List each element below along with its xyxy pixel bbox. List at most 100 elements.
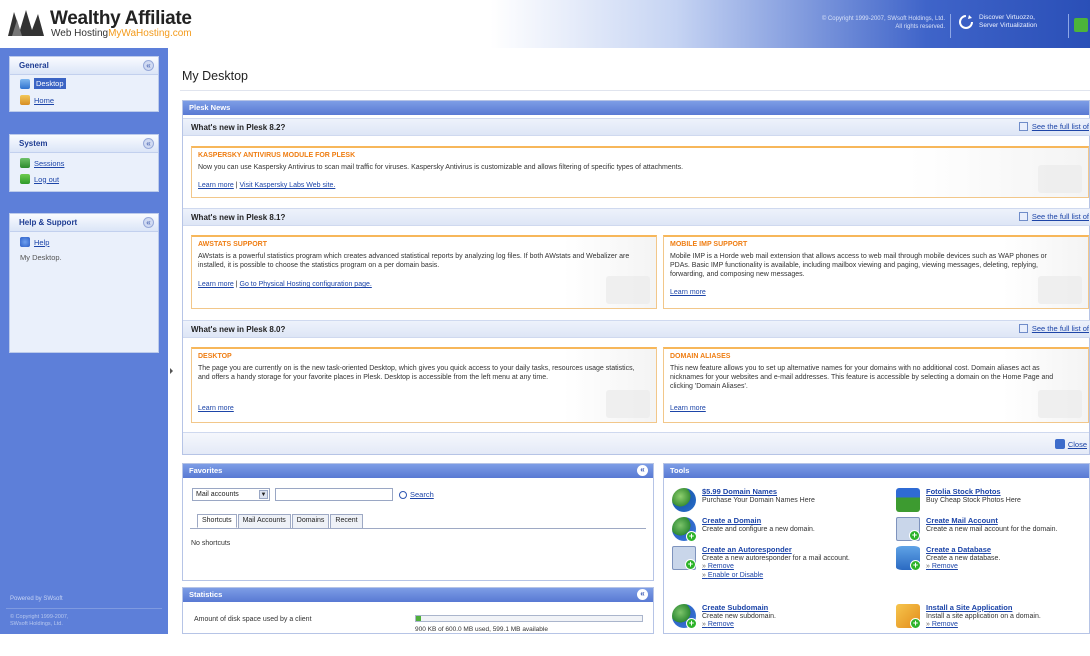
nav-group-header[interactable]: General « <box>10 57 158 75</box>
panel-title: Plesk News <box>189 103 231 112</box>
header-divider <box>1068 14 1069 38</box>
tool-create-domain[interactable]: + Create a Domain Create and configure a… <box>672 516 815 542</box>
news-card: KASPERSKY ANTIVIRUS MODULE FOR PLESK Now… <box>191 146 1089 198</box>
search-button[interactable]: Search <box>399 490 434 499</box>
nav-group-header[interactable]: Help & Support « <box>10 214 158 232</box>
header-divider <box>950 14 951 38</box>
sidebar-item-sessions[interactable]: Sessions <box>10 153 158 171</box>
news-card: MOBILE IMP SUPPORT Mobile IMP is a Horde… <box>663 235 1089 309</box>
news-card-body: Mobile IMP is a Horde web mail extension… <box>670 253 1047 278</box>
favorites-search-input[interactable] <box>275 488 393 501</box>
remove-link[interactable]: Remove <box>926 621 1041 630</box>
sidebar-item-label: Home <box>34 95 55 105</box>
plus-icon: + <box>910 560 921 571</box>
plus-icon: + <box>909 530 920 541</box>
tool-domain-names[interactable]: $5.99 Domain Names Purchase Your Domain … <box>672 487 815 512</box>
copyright-line-2: All rights reserved. <box>895 24 945 30</box>
chevron-down-icon[interactable]: ▼ <box>259 490 268 499</box>
nav-group-header[interactable]: System « <box>10 135 158 153</box>
learn-more-link[interactable]: Learn more <box>670 289 706 296</box>
panel-title: Favorites <box>189 466 223 475</box>
see-full-list-link[interactable]: See the full list of <box>1018 122 1089 131</box>
see-full-list-label: See the full list of <box>1031 122 1089 131</box>
remove-link[interactable]: Remove <box>702 621 776 630</box>
logo-subtitle: Web HostingMyWaHosting.com <box>51 28 192 39</box>
enable-disable-link[interactable]: Enable or Disable <box>702 572 852 581</box>
collapse-icon[interactable]: « <box>637 465 648 476</box>
news-section-header: What's new in Plesk 8.1? See the full li… <box>183 208 1090 226</box>
tool-desc: Install a site application on a domain. <box>926 612 1041 620</box>
see-full-list-link[interactable]: See the full list of <box>1018 212 1089 221</box>
panel-title: Tools <box>670 466 690 475</box>
globe-icon <box>672 488 696 512</box>
close-news-button[interactable]: Close <box>1054 439 1087 449</box>
nav-group-title: System <box>19 139 48 148</box>
header-action-icon[interactable] <box>1074 18 1088 32</box>
tool-create-autoresponder[interactable]: + Create an Autoresponder Create a new a… <box>672 545 882 581</box>
collapse-arrow-icon[interactable] <box>170 368 173 374</box>
news-card-title: MOBILE IMP SUPPORT <box>670 241 748 248</box>
physical-hosting-link[interactable]: Go to Physical Hosting configuration pag… <box>240 281 372 288</box>
sidebar-item-desktop[interactable]: Desktop <box>10 75 158 92</box>
discover-line-2: Server Virtualization <box>979 22 1038 29</box>
tool-name[interactable]: $5.99 Domain Names <box>702 487 815 497</box>
tool-name[interactable]: Fotolia Stock Photos <box>926 487 1021 497</box>
sidebar-item-help[interactable]: Help <box>10 232 158 250</box>
tool-name[interactable]: Create a Database <box>926 545 1000 555</box>
sidebar-item-label: Help <box>34 237 50 247</box>
nav-footer-copyright: © Copyright 1999-2007, SWsoft Holdings, … <box>10 614 160 628</box>
tool-name[interactable]: Create a Domain <box>702 516 815 526</box>
tool-name[interactable]: Install a Site Application <box>926 603 1041 613</box>
tool-install-site-application[interactable]: + Install a Site Application Install a s… <box>896 603 1041 630</box>
plesk-news-panel: Plesk News What's new in Plesk 8.2? See … <box>182 100 1090 455</box>
tool-name[interactable]: Create an Autoresponder <box>702 545 852 555</box>
news-card-links: Learn more | Visit Kaspersky Labs Web si… <box>198 182 336 189</box>
visit-kaspersky-link[interactable]: Visit Kaspersky Labs Web site. <box>240 182 336 189</box>
favorites-type-select[interactable]: Mail accounts ▼ <box>192 488 270 501</box>
learn-more-link[interactable]: Learn more <box>198 281 234 288</box>
tool-stock-photos[interactable]: Fotolia Stock Photos Buy Cheap Stock Pho… <box>896 487 1021 512</box>
tab-shortcuts[interactable]: Shortcuts <box>197 514 237 528</box>
news-card-body: This new feature allows you to set up al… <box>670 365 1054 390</box>
learn-more-link[interactable]: Learn more <box>670 405 706 412</box>
nav-group-title: General <box>19 61 49 70</box>
sidebar-item-home[interactable]: Home <box>10 92 158 108</box>
favorites-tabs: Shortcuts Mail Accounts Domains Recent <box>197 514 364 528</box>
collapse-icon[interactable]: « <box>143 138 154 149</box>
news-section-title: What's new in Plesk 8.1? <box>191 213 286 222</box>
tool-create-database[interactable]: + Create a Database Create a new databas… <box>896 545 1001 572</box>
tool-name[interactable]: Create Mail Account <box>926 516 1058 526</box>
news-card-illustration <box>606 390 650 418</box>
sidebar-item-logout[interactable]: Log out <box>10 171 158 187</box>
news-card-body: Now you can use Kaspersky Antivirus to s… <box>198 164 684 171</box>
tool-desc: Create a new database. <box>926 554 1001 562</box>
news-card-title: AWSTATS SUPPORT <box>198 241 267 248</box>
list-icon <box>1018 324 1028 333</box>
discover-virtuozzo-link[interactable]: Discover Virtuozzo, Server Virtualizatio… <box>958 14 1037 30</box>
tool-create-subdomain[interactable]: + Create Subdomain Create new subdomain.… <box>672 603 776 630</box>
collapse-icon[interactable]: « <box>143 217 154 228</box>
news-card-illustration <box>1038 390 1082 418</box>
news-card-links: Learn more | Go to Physical Hosting conf… <box>198 281 372 288</box>
database-plus-icon: + <box>896 546 921 571</box>
logo-icon <box>8 10 44 36</box>
learn-more-link[interactable]: Learn more <box>198 405 234 412</box>
tab-domains[interactable]: Domains <box>291 514 330 528</box>
remove-link[interactable]: Remove <box>702 563 852 572</box>
see-full-list-link[interactable]: See the full list of <box>1018 324 1089 333</box>
plus-icon: + <box>686 618 697 629</box>
tool-create-mail-account[interactable]: + Create Mail Account Create a new mail … <box>896 516 1058 541</box>
tab-recent[interactable]: Recent <box>330 514 363 528</box>
collapse-icon[interactable]: « <box>143 60 154 71</box>
learn-more-link[interactable]: Learn more <box>198 182 234 189</box>
tool-name[interactable]: Create Subdomain <box>702 603 776 613</box>
remove-link[interactable]: Remove <box>926 563 1000 572</box>
news-card-title: DOMAIN ALIASES <box>670 353 731 360</box>
tool-desc: Create new subdomain. <box>702 612 776 620</box>
disk-usage-value: 900 KB of 600.0 MB used, 599.1 MB availa… <box>415 626 548 633</box>
panel-header: Tools <box>664 464 1089 478</box>
collapse-icon[interactable]: « <box>637 589 648 600</box>
tab-mail-accounts[interactable]: Mail Accounts <box>237 514 291 528</box>
nav-group-system: System « Sessions Log out <box>9 134 159 192</box>
news-card-title: KASPERSKY ANTIVIRUS MODULE FOR PLESK <box>198 152 356 159</box>
